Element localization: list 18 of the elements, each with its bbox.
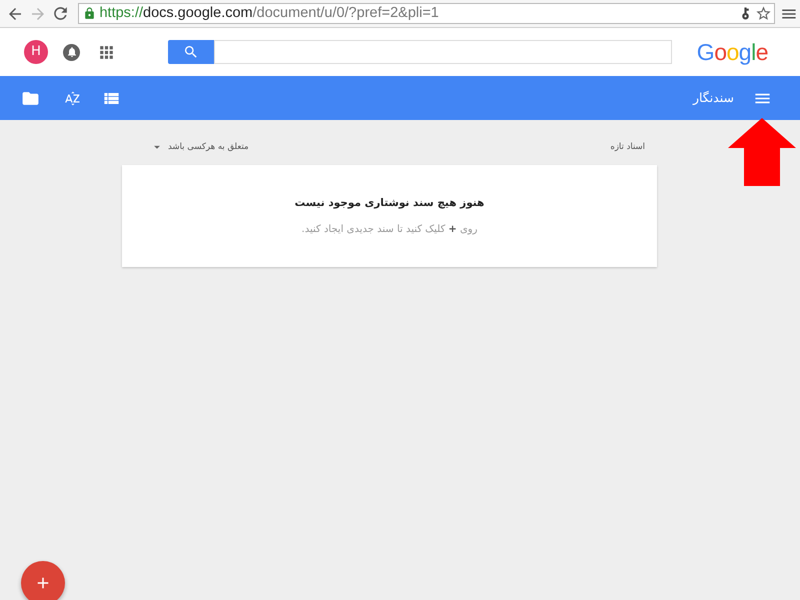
up-arrow-icon <box>728 118 796 186</box>
google-logo: Google <box>696 40 768 64</box>
empty-state-hint: روی + کلیک کنید تا سند جدیدی ایجاد کنید. <box>302 222 478 237</box>
sort-alpha-icon[interactable] <box>64 90 81 106</box>
avatar[interactable]: H <box>24 40 48 64</box>
address-bar[interactable]: https://docs.google.com/document/u/0/?pref=2&pli=1 <box>78 3 776 24</box>
lock-icon <box>83 7 96 20</box>
search-field[interactable] <box>214 40 672 64</box>
search-icon <box>183 44 199 60</box>
empty-state-title: هنوز هیچ سند نوشتاری موجود نیست <box>294 196 484 211</box>
section-heading: اسناد تازه <box>610 140 645 154</box>
url-text: https://docs.google.com/document/u/0/?pref=2&pli=1 <box>99 6 439 21</box>
notifications-icon[interactable] <box>63 44 80 60</box>
bookmark-star-icon[interactable] <box>755 5 772 22</box>
search-button[interactable] <box>168 40 214 64</box>
add-document-button[interactable] <box>21 561 65 600</box>
app-title: سندنگار <box>692 88 734 107</box>
owner-filter-dropdown[interactable]: متعلق به هرکسی باشد <box>150 140 249 154</box>
